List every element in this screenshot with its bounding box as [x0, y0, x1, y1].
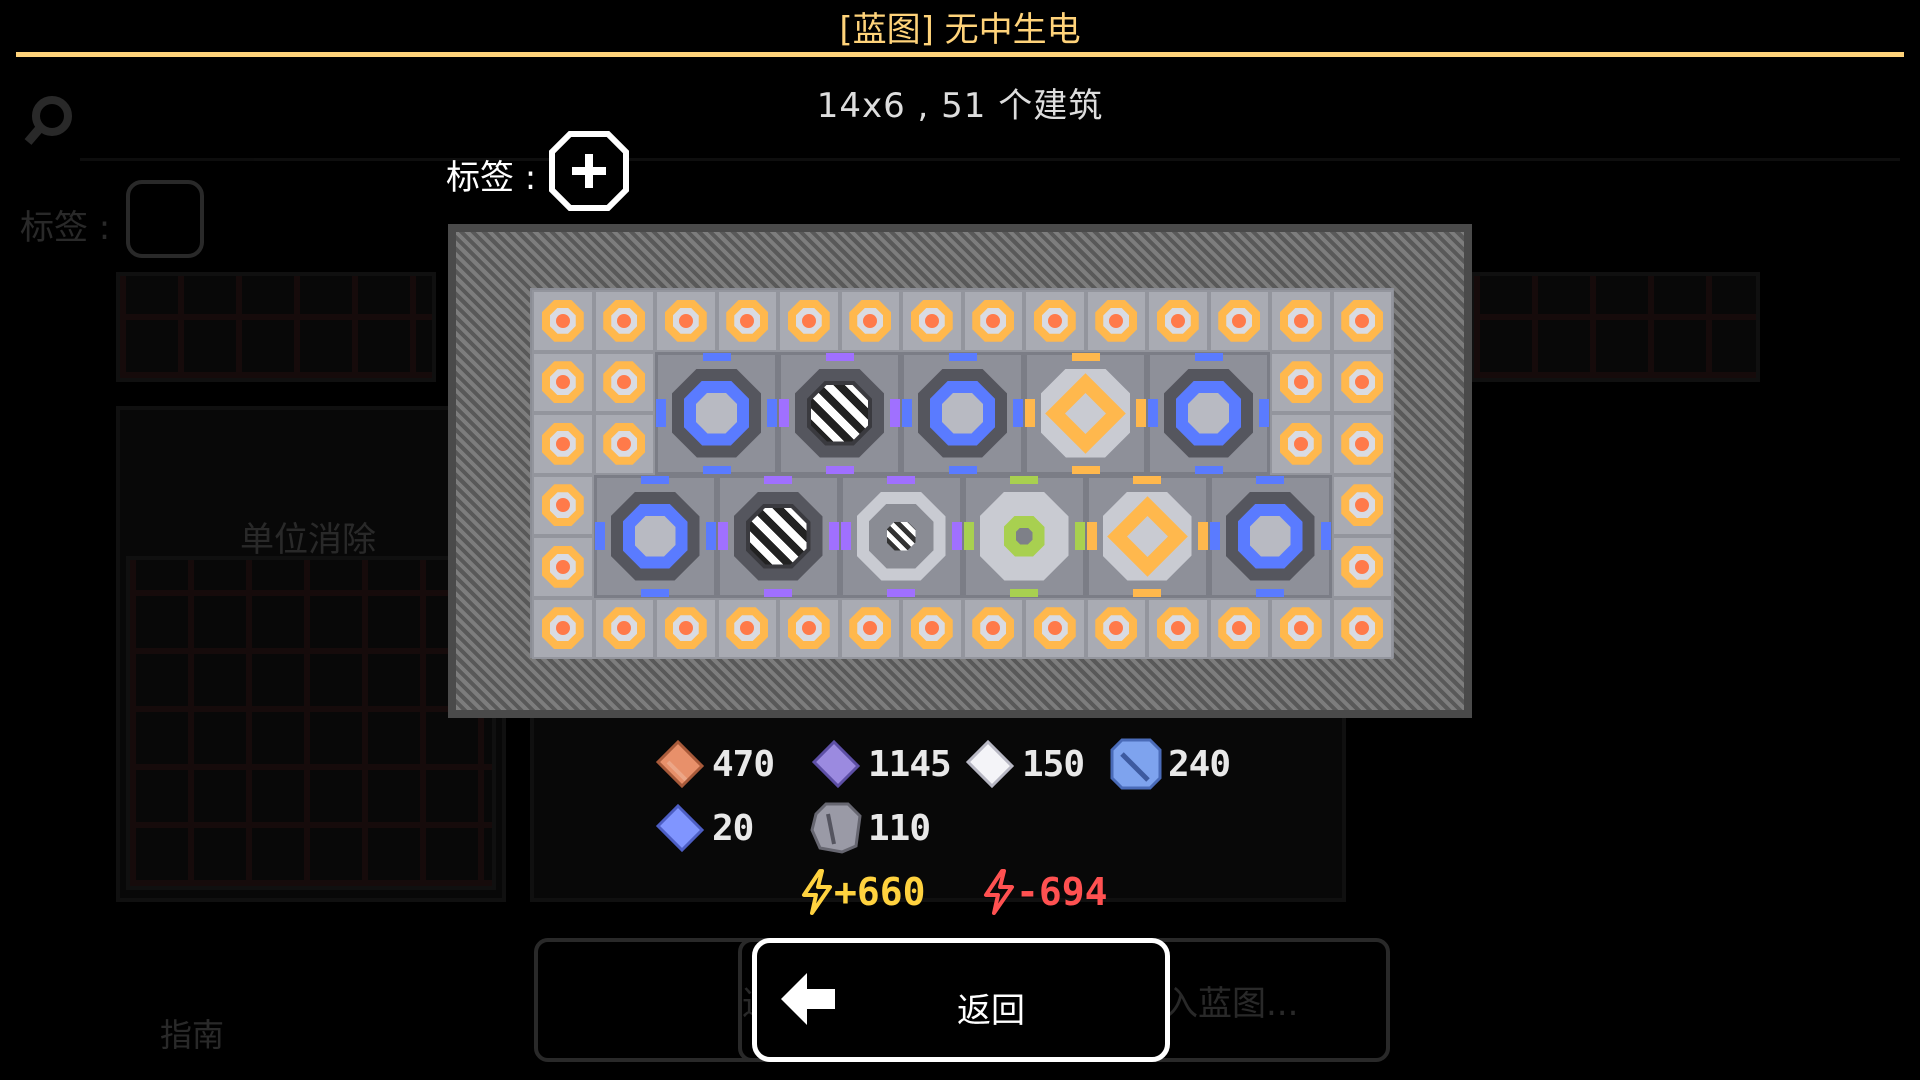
battery-block [532, 351, 594, 413]
battery-block [716, 597, 778, 659]
battery-block [1147, 597, 1209, 659]
requirement-value: 240 [1168, 743, 1231, 785]
requirement-value: 470 [712, 743, 775, 785]
power-consumed: -694 [982, 866, 1108, 918]
bg-blueprint-thumb [116, 272, 436, 382]
lightning-icon [802, 869, 832, 915]
battery-block [962, 290, 1024, 352]
titanium-icon [1110, 738, 1162, 790]
back-button[interactable]: 返回 [752, 938, 1170, 1062]
bg-card-title: 单位消除 [240, 520, 376, 560]
bg-blueprint-thumb [1470, 272, 1760, 382]
battery-block [593, 351, 655, 413]
reactor-block [778, 351, 901, 475]
battery-block [1331, 536, 1393, 598]
requirement-metaglass: 150 [962, 736, 1085, 792]
battery-block [778, 290, 840, 352]
battery-block [1331, 351, 1393, 413]
requirement-value: 20 [712, 807, 754, 849]
battery-block [1024, 597, 1086, 659]
battery-block [1331, 413, 1393, 475]
battery-block [593, 290, 655, 352]
reactor-block [716, 474, 840, 598]
battery-block [839, 597, 901, 659]
generator-block [593, 474, 717, 598]
blueprint-preview [448, 224, 1472, 718]
requirement-value: 1145 [868, 743, 952, 785]
bg-guide-label: 指南 [160, 1016, 225, 1054]
requirement-titanium: 240 [1108, 736, 1231, 792]
battery-block [655, 597, 717, 659]
back-button-label: 返回 [957, 991, 1025, 1031]
generator-block [655, 351, 778, 475]
battery-block [593, 597, 655, 659]
battery-block [593, 413, 655, 475]
battery-block [1270, 351, 1332, 413]
bg-button-label: 入蓝图... [1164, 984, 1299, 1024]
bg-tag-label: 标签 : [20, 208, 111, 248]
bg-blueprint-thumb [126, 556, 496, 890]
silicon-icon [811, 739, 861, 789]
requirement-silicon: 1145 [808, 736, 952, 792]
requirement-copper: 470 [652, 736, 775, 792]
power-produced-value: +660 [834, 870, 926, 914]
battery-block [1331, 474, 1393, 536]
metaglass-icon [965, 739, 1015, 789]
copper-icon [655, 739, 705, 789]
battery-block [532, 290, 594, 352]
plus-icon[interactable] [548, 130, 630, 212]
battery-block [1270, 597, 1332, 659]
battery-block [1147, 290, 1209, 352]
battery-block [1208, 597, 1270, 659]
divider [80, 158, 1900, 161]
power-node-block [1024, 351, 1147, 475]
battery-block [1024, 290, 1086, 352]
battery-block [1270, 290, 1332, 352]
battery-block [532, 413, 594, 475]
battery-block [778, 597, 840, 659]
battery-block [1208, 290, 1270, 352]
generator-block [1147, 351, 1270, 475]
generator-block [901, 351, 1024, 475]
battery-block [655, 290, 717, 352]
battery-block [962, 597, 1024, 659]
battery-block [532, 597, 594, 659]
battery-block [901, 290, 963, 352]
blueprint-summary: 14x6 , 51 个建筑 [816, 86, 1104, 126]
requirement-value: 150 [1022, 743, 1085, 785]
arrow-left-icon [781, 973, 835, 1025]
battery-block [1331, 290, 1393, 352]
battery-block [1085, 290, 1147, 352]
title-divider [16, 52, 1904, 57]
tags-label: 标签 : [446, 158, 537, 198]
battery-block [716, 290, 778, 352]
battery-block [1085, 597, 1147, 659]
battery-block [901, 597, 963, 659]
requirement-plastanium: 20 [652, 800, 754, 856]
battery-block [1331, 597, 1393, 659]
lightning-outline-icon [984, 869, 1014, 915]
blueprint-grid [530, 288, 1394, 659]
requirement-value: 110 [868, 807, 931, 849]
generator-block [1208, 474, 1332, 598]
blueprint-preview-background [456, 232, 1464, 710]
dialog-title: [蓝图] 无中生电 [839, 10, 1081, 50]
requirement-lead: 110 [808, 800, 931, 856]
router-block [962, 474, 1086, 598]
power-node-block [1085, 474, 1209, 598]
plastanium-icon [655, 803, 705, 853]
battery-block [839, 290, 901, 352]
battery-block [532, 474, 594, 536]
pencil-icon [126, 180, 204, 258]
power-consumed-value: -694 [1016, 870, 1108, 914]
lead-icon [810, 802, 862, 854]
core-block [839, 474, 963, 598]
battery-block [1270, 413, 1332, 475]
power-produced: +660 [800, 866, 926, 918]
battery-block [532, 536, 594, 598]
